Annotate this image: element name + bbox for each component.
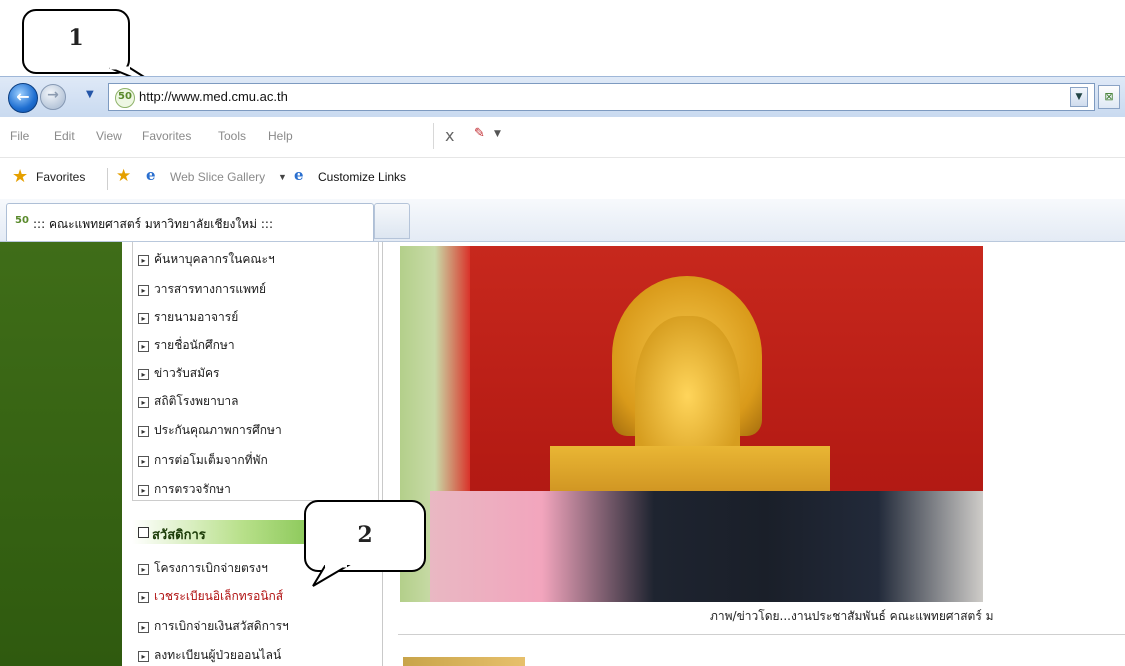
back-button[interactable]: ← [8, 83, 38, 113]
bullet-icon: ▸ [138, 622, 149, 633]
next-news-thumbnail[interactable] [403, 657, 525, 666]
menu-file[interactable]: File [10, 129, 29, 143]
menu-favorites[interactable]: Favorites [142, 129, 191, 143]
sidebar-link[interactable]: ▸ วารสารทางการแพทย์ [138, 280, 266, 299]
menu-edit[interactable]: Edit [54, 129, 75, 143]
bullet-icon: ▸ [138, 255, 149, 266]
bullet-icon: ▸ [138, 426, 149, 437]
web-slice-dropdown-icon[interactable]: ▼ [278, 172, 287, 182]
sidebar-link[interactable]: ▸ ข่าวรับสมัคร [138, 364, 219, 383]
welfare-link[interactable]: ▸ การเบิกจ่ายเงินสวัสดิการฯ [138, 617, 289, 636]
menu-divider [433, 123, 434, 149]
menu-help[interactable]: Help [268, 129, 293, 143]
menu-bar: File Edit View Favorites Tools Help x ✎ … [0, 117, 1125, 158]
address-bar-row: ← → ▼ 50 http://www.med.cmu.ac.th ▼ ⊠ [0, 76, 1125, 117]
add-favorite-icon[interactable]: ★ [116, 166, 131, 186]
tab-active[interactable]: 50 ::: คณะแพทยศาสตร์ มหาวิทยาลัยเชียงใหม… [6, 203, 374, 241]
favorites-bar: ★ Favorites ★ e Web Slice Gallery ▼ e Cu… [0, 158, 1125, 198]
sidebar-link[interactable]: ▸ รายชื่อนักศึกษา [138, 336, 235, 355]
bullet-icon: ▸ [138, 397, 149, 408]
favorites-button[interactable]: Favorites [36, 170, 85, 184]
new-tab-button[interactable] [374, 203, 410, 239]
bullet-icon: ▸ [138, 313, 149, 324]
bullet-icon: ▸ [138, 651, 149, 662]
group-of-people [430, 491, 983, 602]
bullet-icon: ▸ [138, 285, 149, 296]
tab-bar: 50 ::: คณะแพทยศาสตร์ มหาวิทยาลัยเชียงใหม… [0, 199, 1125, 242]
welfare-link[interactable]: ▸ ลงทะเบียนผู้ป่วยออนไลน์ [138, 646, 281, 665]
bullet-icon: ▸ [138, 592, 149, 603]
menu-view[interactable]: View [96, 129, 122, 143]
menu-tools[interactable]: Tools [218, 129, 246, 143]
content-right-area [984, 246, 1125, 602]
tab-title: ::: คณะแพทยศาสตร์ มหาวิทยาลัยเชียงใหม่ :… [33, 217, 273, 231]
bullet-icon: ▸ [138, 564, 149, 575]
welfare-link[interactable]: ▸ เวชระเบียนอิเล็กทรอนิกส์ [138, 587, 283, 606]
welfare-section-title: สวัสดิการ [152, 528, 206, 543]
sidebar-link[interactable]: ▸ การต่อโมเต็มจากที่พัก [138, 451, 268, 470]
forward-button[interactable]: → [40, 84, 66, 110]
forward-arrow-icon: → [47, 87, 59, 103]
content-divider [398, 634, 1125, 635]
history-dropdown-icon[interactable]: ▼ [86, 89, 94, 100]
sidebar-divider [382, 242, 383, 666]
bullet-icon: ▸ [138, 369, 149, 380]
favorites-divider [107, 168, 108, 190]
close-toolbar-icon[interactable]: x [445, 126, 454, 145]
address-dropdown-icon[interactable]: ▼ [1070, 87, 1088, 107]
url-text[interactable]: http://www.med.cmu.ac.th [139, 89, 288, 104]
favorites-star-icon[interactable]: ★ [12, 166, 28, 187]
ie-page-icon: e [294, 166, 304, 184]
welfare-link[interactable]: ▸ โครงการเบิกจ่ายตรงฯ [138, 559, 268, 578]
address-field[interactable]: 50 http://www.med.cmu.ac.th ▼ [108, 83, 1095, 111]
section-bullet-icon [138, 527, 149, 538]
sidebar-link[interactable]: ▸ สถิติโรงพยาบาล [138, 392, 239, 411]
web-slice-gallery-link[interactable]: Web Slice Gallery [170, 170, 265, 184]
bullet-icon: ▸ [138, 485, 149, 496]
sidebar-link[interactable]: ▸ ประกันคุณภาพการศึกษา [138, 421, 282, 440]
customize-links-link[interactable]: Customize Links [318, 170, 406, 184]
bullet-icon: ▸ [138, 341, 149, 352]
bullet-icon: ▸ [138, 456, 149, 467]
ie-page-icon: e [146, 166, 156, 184]
callout-2-pointer [312, 564, 351, 587]
pdf-icon[interactable]: ✎ [474, 126, 485, 141]
photo-caption: ภาพ/ข่าวโดย...งานประชาสัมพันธ์ คณะแพทยศา… [710, 609, 994, 623]
pdf-dropdown-icon[interactable]: ▼ [494, 129, 501, 139]
callout-2-number: 2 [357, 522, 373, 548]
tab-favicon-icon: 50 [15, 215, 29, 226]
compatibility-view-button[interactable]: ⊠ [1098, 85, 1120, 109]
sidebar-decoration [0, 242, 122, 666]
sidebar-link[interactable]: ▸ ค้นหาบุคลากรในคณะฯ [138, 250, 275, 269]
site-favicon-icon: 50 [115, 88, 135, 108]
back-arrow-icon: ← [16, 87, 30, 106]
sidebar-link[interactable]: ▸ การตรวจรักษา [138, 480, 231, 499]
sidebar-link[interactable]: ▸ รายนามอาจารย์ [138, 308, 238, 327]
news-photo[interactable] [400, 246, 983, 602]
